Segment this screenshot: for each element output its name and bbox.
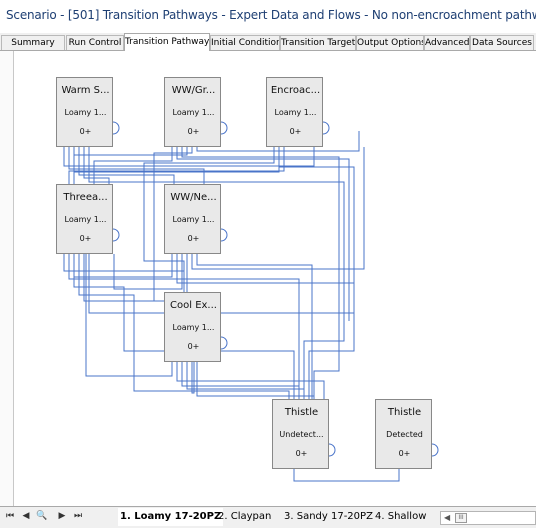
prev-tab-icon[interactable]: ◀	[20, 511, 32, 521]
strata-tab-claypan[interactable]: 2. Claypan	[216, 508, 273, 526]
node-subtitle: Loamy 1...	[64, 215, 107, 224]
tab-transition-pathways[interactable]: Transition Pathways	[124, 33, 210, 51]
tab-summary[interactable]: Summary	[1, 35, 65, 50]
title-bar: Scenario - [501] Transition Pathways - E…	[0, 0, 536, 34]
state-node-wwne[interactable]: WW/Ne... Loamy 1... 0+	[164, 184, 221, 254]
node-age: 0+	[187, 342, 200, 351]
node-title: Thistle	[387, 407, 422, 418]
transition-line	[85, 254, 173, 377]
window-title: Scenario - [501] Transition Pathways - E…	[6, 8, 536, 22]
node-title: Cool Ex...	[170, 300, 217, 311]
node-subtitle: Loamy 1...	[64, 108, 107, 117]
node-title: Thistle	[284, 407, 319, 418]
node-subtitle: Loamy 1...	[172, 108, 215, 117]
state-node-threea[interactable]: Threea... Loamy 1... 0+	[56, 184, 113, 254]
tab-strip: Summary Run Control Transition Pathways …	[0, 33, 536, 51]
node-subtitle: Detected	[386, 430, 423, 439]
node-title: WW/Ne...	[170, 192, 217, 203]
first-tab-icon[interactable]: ⏮	[4, 511, 16, 521]
node-age: 0+	[289, 127, 302, 136]
app-window: Scenario - [501] Transition Pathways - E…	[0, 0, 536, 528]
node-age: 0+	[187, 234, 200, 243]
tab-advanced[interactable]: Advanced	[424, 35, 470, 50]
strata-tab-bar: ⏮ ◀ 🔍 ▶ ⏭ 1. Loamy 17-20PZ 2. Claypan 3.…	[0, 506, 536, 528]
node-age: 0+	[79, 127, 92, 136]
strata-tab-shallow[interactable]: 4. Shallow	[373, 508, 428, 526]
state-node-thistle-undetected[interactable]: Thistle Undetect... 0+	[272, 399, 329, 469]
transition-line	[176, 362, 325, 399]
tab-initial-conditions[interactable]: Initial Conditions	[210, 35, 280, 50]
state-node-encroac[interactable]: Encroac... Loamy 1... 0+	[266, 77, 323, 147]
last-tab-icon[interactable]: ⏭	[72, 511, 84, 521]
strata-tab-loamy[interactable]: 1. Loamy 17-20PZ	[118, 508, 224, 526]
transition-line	[63, 254, 185, 292]
tab-data-sources[interactable]: Data Sources	[470, 35, 534, 50]
node-title: Encroac...	[270, 85, 321, 96]
tab-scrollbar[interactable]: ◀ III	[440, 511, 536, 525]
node-age: 0+	[79, 234, 92, 243]
node-title: Warm S...	[61, 85, 110, 96]
state-node-thistle-detected[interactable]: Thistle Detected 0+	[375, 399, 432, 469]
strata-tab-sandy[interactable]: 3. Sandy 17-20PZ	[282, 508, 375, 526]
tab-run-control[interactable]: Run Control	[66, 35, 124, 50]
state-node-coolex[interactable]: Cool Ex... Loamy 1... 0+	[164, 292, 221, 362]
tab-transition-targets[interactable]: Transition Targets	[280, 35, 356, 50]
diagram-canvas[interactable]: Warm S... Loamy 1... 0+ WW/Gr... Loamy 1…	[14, 51, 536, 506]
node-title: WW/Gr...	[171, 85, 216, 96]
next-tab-icon[interactable]: ▶	[56, 511, 68, 521]
node-subtitle: Loamy 1...	[172, 215, 215, 224]
node-subtitle: Loamy 1...	[274, 108, 317, 117]
scroll-thumb[interactable]: III	[455, 513, 467, 523]
node-age: 0+	[295, 449, 308, 458]
left-panel-edge	[0, 51, 14, 507]
node-subtitle: Loamy 1...	[172, 323, 215, 332]
tab-output-options[interactable]: Output Options	[356, 35, 424, 50]
node-age: 0+	[187, 127, 200, 136]
node-age: 0+	[398, 449, 411, 458]
node-subtitle: Undetect...	[279, 430, 324, 439]
scroll-left-icon[interactable]: ◀	[444, 512, 450, 524]
node-title: Threea...	[63, 192, 108, 203]
transition-line	[278, 147, 355, 399]
transition-line	[293, 469, 400, 482]
search-icon[interactable]: 🔍	[36, 511, 48, 521]
state-node-warm[interactable]: Warm S... Loamy 1... 0+	[56, 77, 113, 147]
state-node-wwgr[interactable]: WW/Gr... Loamy 1... 0+	[164, 77, 221, 147]
